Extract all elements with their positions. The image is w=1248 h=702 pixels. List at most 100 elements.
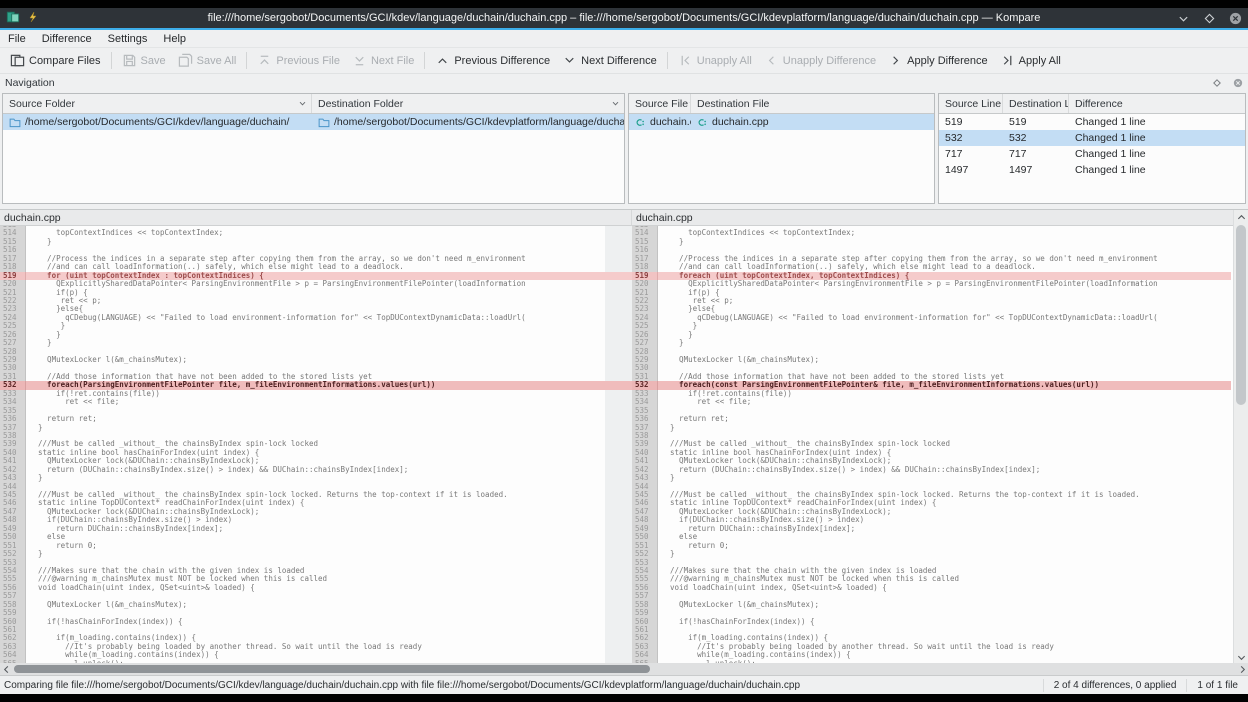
folder-row[interactable]: /home/sergobot/Documents/GCI/kdev/langua…	[3, 114, 624, 130]
apply-difference-button[interactable]: Apply Difference	[882, 50, 994, 72]
column-header-source-folder[interactable]: Source Folder	[3, 94, 312, 113]
compare-files-icon	[10, 53, 25, 68]
destination-code-line: static inline bool hasChainForIndex(uint…	[658, 449, 1231, 457]
toolbar-button-label: Previous File	[276, 55, 340, 67]
unapply-all-icon	[678, 53, 693, 68]
pane-gap	[605, 356, 632, 364]
source-code-line: }	[26, 550, 605, 558]
previous-file-button[interactable]: Previous File	[251, 50, 346, 72]
diff-line[interactable]: 519 for (uint topContextIndex : topConte…	[0, 272, 1233, 280]
titlebar[interactable]: file:///home/sergobot/Documents/GCI/kdev…	[0, 8, 1248, 30]
column-header-difference[interactable]: Difference	[1069, 94, 1245, 113]
pane-gap	[605, 592, 632, 600]
line-number-right: 545	[632, 491, 658, 499]
column-header-destination-file[interactable]: Destination File	[691, 94, 934, 113]
close-button[interactable]	[1228, 11, 1242, 25]
destination-code-line: }	[658, 339, 1231, 347]
destination-code-line: return DUChain::chainsByIndex[index];	[658, 525, 1231, 533]
line-number-right: 524	[632, 314, 658, 322]
source-code-line: return (DUChain::chainsByIndex.size() > …	[26, 466, 605, 474]
unapply-difference-button[interactable]: Unapply Difference	[758, 50, 882, 72]
diff-line: 522 ret << p;522 ret << p;	[0, 297, 1233, 305]
line-number-left: 538	[0, 432, 26, 440]
diff-line: 557 557	[0, 592, 1233, 600]
menu-item-difference[interactable]: Difference	[34, 30, 100, 47]
previous-difference-button[interactable]: Previous Difference	[429, 50, 556, 72]
line-number-left: 544	[0, 483, 26, 491]
destination-code-line	[658, 246, 1231, 254]
horizontal-scrollbar[interactable]	[0, 663, 1248, 675]
line-number-right: 528	[632, 348, 658, 356]
scroll-down-icon[interactable]	[1234, 651, 1248, 663]
pane-gap	[605, 584, 632, 592]
pane-gap	[605, 415, 632, 423]
minimize-button[interactable]	[1176, 11, 1190, 25]
dock-float-icon[interactable]	[1208, 79, 1221, 87]
line-number-left: 557	[0, 592, 26, 600]
folder-icon	[9, 117, 21, 128]
source-code-line	[26, 432, 605, 440]
menu-item-file[interactable]: File	[0, 30, 34, 47]
unapply-all-button[interactable]: Unapply All	[672, 50, 758, 72]
destination-file-name: duchain.cpp	[712, 116, 769, 128]
diff-line: 549 return DUChain::chainsByIndex[index]…	[0, 525, 1233, 533]
source-code-line: static inline TopDUContext* readChainFor…	[26, 499, 605, 507]
difference-row[interactable]: 717717Changed 1 line	[939, 146, 1245, 162]
difference-row[interactable]: 532532Changed 1 line	[939, 130, 1245, 146]
line-number-left: 561	[0, 626, 26, 634]
column-header-destination-folder[interactable]: Destination Folder	[312, 94, 624, 113]
next-difference-button[interactable]: Next Difference	[556, 50, 663, 72]
source-code-line	[26, 592, 605, 600]
vertical-scrollbar-thumb[interactable]	[1236, 225, 1246, 405]
line-number-left: 529	[0, 356, 26, 364]
next-file-button[interactable]: Next File	[346, 50, 420, 72]
diff-line[interactable]: 532 foreach(ParsingEnvironmentFilePointe…	[0, 381, 1233, 389]
line-number-left: 540	[0, 449, 26, 457]
file-row[interactable]: duchain.c... duchain.cpp	[629, 114, 934, 130]
vertical-scrollbar[interactable]	[1233, 210, 1248, 664]
diff-line: 533 if(!ret.contains(file))533 if(!ret.c…	[0, 390, 1233, 398]
pane-gap	[605, 339, 632, 347]
navigation-dock-header[interactable]: Navigation	[0, 75, 1248, 91]
column-header-destination-line[interactable]: Destination Line	[1003, 94, 1069, 113]
difference-row[interactable]: 519519Changed 1 line	[939, 114, 1245, 130]
pane-gap	[605, 618, 632, 626]
destination-code-line: QMutexLocker lock(&DUChain::chainsByInde…	[658, 457, 1231, 465]
dock-close-icon[interactable]	[1228, 78, 1243, 88]
scroll-left-icon[interactable]	[0, 663, 12, 675]
line-number-left: 556	[0, 584, 26, 592]
apply-all-button[interactable]: Apply All	[994, 50, 1067, 72]
source-code-line: while(m_loading.contains(index)) {	[26, 651, 605, 659]
menu-item-help[interactable]: Help	[155, 30, 194, 47]
save-all-button[interactable]: Save All	[172, 50, 243, 72]
line-number-right: 557	[632, 592, 658, 600]
diff-line: 542 return (DUChain::chainsByIndex.size(…	[0, 466, 1233, 474]
line-number-left: 542	[0, 466, 26, 474]
difference-row[interactable]: 14971497Changed 1 line	[939, 162, 1245, 178]
diff-line: 517 //Process the indices in a separate …	[0, 255, 1233, 263]
desktop: file:///home/sergobot/Documents/GCI/kdev…	[0, 0, 1248, 702]
diff-line: 561561	[0, 626, 1233, 634]
horizontal-scrollbar-thumb[interactable]	[14, 665, 650, 673]
maximize-button[interactable]	[1202, 11, 1216, 25]
toolbar: Compare Files SaveSave All Previous File Ne…	[0, 48, 1248, 74]
pane-gap	[605, 516, 632, 524]
compare-files-button[interactable]: Compare Files	[4, 50, 107, 72]
save-button[interactable]: Save	[116, 50, 172, 72]
destination-code-line: }	[658, 238, 1231, 246]
source-code-line: ///Must be called _without_ the chainsBy…	[26, 440, 605, 448]
column-header-source-file[interactable]: Source File	[629, 94, 691, 113]
menu-item-settings[interactable]: Settings	[100, 30, 156, 47]
line-number-right: 543	[632, 474, 658, 482]
source-code-line	[26, 407, 605, 415]
scroll-right-icon[interactable]	[1236, 663, 1248, 675]
pane-gap	[605, 651, 632, 659]
line-number-left: 521	[0, 289, 26, 297]
column-header-source-line[interactable]: Source Line	[939, 94, 1003, 113]
diff-line: 514 topContextIndices << topContextIndex…	[0, 229, 1233, 237]
scroll-up-icon[interactable]	[1234, 211, 1248, 223]
line-number-right: 515	[632, 238, 658, 246]
line-number-left: 520	[0, 280, 26, 288]
source-code-line	[26, 626, 605, 634]
toolbar-button-label: Unapply All	[697, 55, 752, 67]
